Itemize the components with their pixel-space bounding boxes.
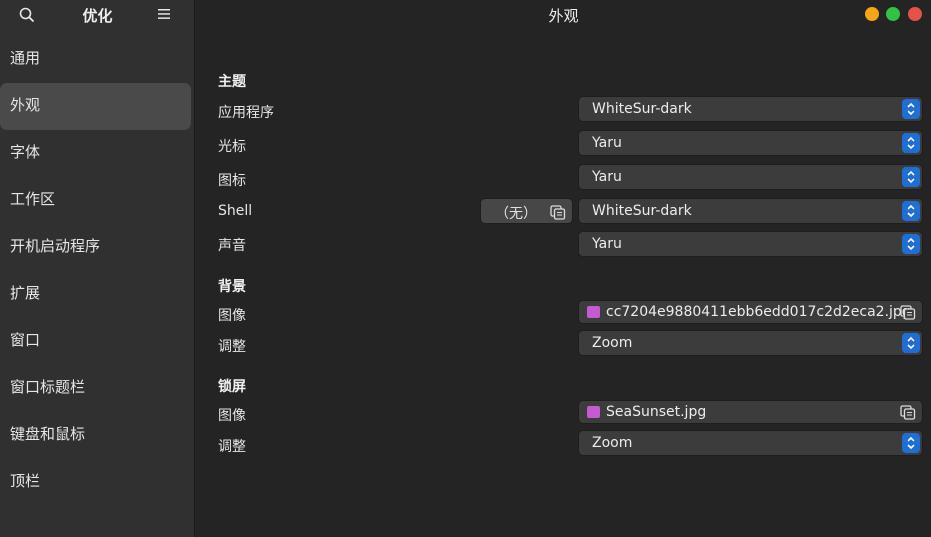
apps-theme-combo[interactable]: WhiteSur-dark — [578, 96, 923, 122]
open-file-icon — [900, 405, 916, 420]
image-file-icon — [587, 406, 600, 418]
shell-theme-combo[interactable]: WhiteSur-dark — [578, 198, 923, 224]
file-name: cc7204e9880411ebb6edd017c2d2eca2.jpg — [606, 304, 911, 320]
combo-value: Yaru — [592, 135, 622, 151]
image-file-icon — [587, 306, 600, 318]
main-header: 外观 — [196, 0, 931, 30]
open-file-icon — [550, 205, 566, 220]
updown-arrows-icon — [902, 333, 920, 353]
sound-theme-combo[interactable]: Yaru — [578, 231, 923, 257]
sidebar-item-label: 键盘和鼠标 — [10, 425, 86, 443]
section-lockscreen-heading: 锁屏 — [218, 379, 246, 395]
background-adjust-label: 调整 — [218, 339, 246, 355]
updown-arrows-icon — [902, 133, 920, 153]
minimize-button[interactable] — [865, 7, 879, 21]
apps-label: 应用程序 — [218, 105, 274, 121]
page-title: 外观 — [548, 7, 579, 25]
sound-label: 声音 — [218, 238, 246, 254]
combo-value: Yaru — [592, 169, 622, 185]
sidebar: 优化 通用 外观 字体 工作区 开机启动程序 扩展 窗口 窗口标题栏 键盘和鼠标… — [0, 0, 195, 537]
icons-label: 图标 — [218, 173, 246, 189]
hamburger-menu-icon[interactable] — [156, 6, 172, 22]
sidebar-header: 优化 — [0, 0, 195, 30]
sidebar-item-label: 工作区 — [10, 190, 56, 208]
sidebar-item-appearance[interactable]: 外观 — [0, 83, 191, 130]
sidebar-item-general[interactable]: 通用 — [0, 36, 191, 83]
lockscreen-adjust-combo[interactable]: Zoom — [578, 430, 923, 456]
sidebar-item-window-titlebars[interactable]: 窗口标题栏 — [0, 365, 191, 412]
cursor-label: 光标 — [218, 139, 246, 155]
background-adjust-combo[interactable]: Zoom — [578, 330, 923, 356]
updown-arrows-icon — [902, 234, 920, 254]
close-button[interactable] — [908, 7, 922, 21]
section-background-heading: 背景 — [218, 279, 246, 295]
sidebar-item-keyboard-mouse[interactable]: 键盘和鼠标 — [0, 412, 191, 459]
sidebar-item-label: 开机启动程序 — [10, 237, 101, 255]
sidebar-item-label: 窗口标题栏 — [10, 378, 86, 396]
updown-arrows-icon — [902, 167, 920, 187]
combo-value: Yaru — [592, 236, 622, 252]
icons-theme-combo[interactable]: Yaru — [578, 164, 923, 190]
sidebar-item-fonts[interactable]: 字体 — [0, 130, 191, 177]
shell-file-value: （无） — [495, 206, 537, 222]
sidebar-item-label: 窗口 — [10, 331, 41, 349]
background-image-label: 图像 — [218, 308, 246, 324]
sidebar-item-label: 通用 — [10, 49, 41, 67]
sidebar-item-windows[interactable]: 窗口 — [0, 318, 191, 365]
sidebar-item-label: 字体 — [10, 143, 41, 161]
background-image-chooser[interactable]: cc7204e9880411ebb6edd017c2d2eca2.jpg — [578, 300, 923, 324]
sidebar-item-startup-apps[interactable]: 开机启动程序 — [0, 224, 191, 271]
file-name: SeaSunset.jpg — [606, 404, 707, 420]
lockscreen-image-chooser[interactable]: SeaSunset.jpg — [578, 400, 923, 424]
maximize-button[interactable] — [886, 7, 900, 21]
lockscreen-image-label: 图像 — [218, 408, 246, 424]
combo-value: Zoom — [592, 435, 633, 451]
lockscreen-adjust-label: 调整 — [218, 439, 246, 455]
updown-arrows-icon — [902, 433, 920, 453]
updown-arrows-icon — [902, 201, 920, 221]
shell-label: Shell — [218, 203, 253, 219]
open-file-icon — [900, 305, 916, 320]
updown-arrows-icon — [902, 99, 920, 119]
sidebar-item-top-bar[interactable]: 顶栏 — [0, 459, 191, 506]
section-themes-heading: 主题 — [218, 74, 246, 90]
combo-value: WhiteSur-dark — [592, 101, 692, 117]
sidebar-item-extensions[interactable]: 扩展 — [0, 271, 191, 318]
combo-value: WhiteSur-dark — [592, 203, 692, 219]
sidebar-item-label: 扩展 — [10, 284, 41, 302]
shell-file-chooser[interactable]: （无） — [480, 198, 573, 224]
cursor-theme-combo[interactable]: Yaru — [578, 130, 923, 156]
appearance-panel: 主题 应用程序 WhiteSur-dark 光标 Yaru 图标 Yaru Sh… — [196, 30, 931, 537]
sidebar-item-workspaces[interactable]: 工作区 — [0, 177, 191, 224]
sidebar-list: 通用 外观 字体 工作区 开机启动程序 扩展 窗口 窗口标题栏 键盘和鼠标 顶栏 — [0, 36, 195, 506]
combo-value: Zoom — [592, 335, 633, 351]
sidebar-item-label: 顶栏 — [10, 472, 41, 490]
sidebar-item-label: 外观 — [10, 96, 41, 114]
